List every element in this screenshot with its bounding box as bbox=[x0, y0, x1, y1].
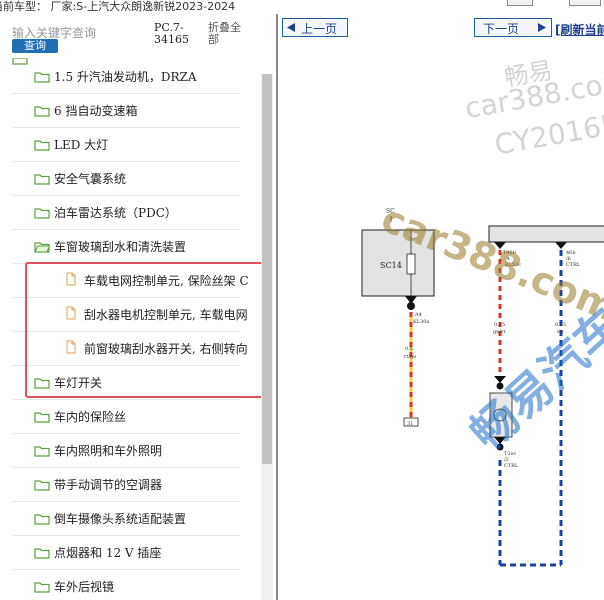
tree-folder-item[interactable]: 倒车摄像头系统适配装置 bbox=[12, 502, 240, 536]
wire-terminal-label: A4 bbox=[414, 312, 422, 318]
ground-terminal-label: 31 bbox=[407, 421, 413, 427]
scrollbar[interactable] bbox=[261, 74, 273, 600]
wire-size-label: 0.5 bbox=[405, 346, 413, 352]
wire-signal-label: KL30a bbox=[413, 319, 429, 325]
collapse-all-link[interactable]: 折叠全部 bbox=[208, 22, 248, 46]
arrow-left-icon bbox=[287, 23, 295, 32]
folder-icon bbox=[34, 442, 50, 457]
folder-icon bbox=[34, 136, 50, 151]
folder-icon bbox=[34, 170, 50, 185]
folder-icon bbox=[34, 68, 50, 83]
folder-icon bbox=[34, 408, 50, 423]
tree-item-label: 车内的保险丝 bbox=[54, 410, 127, 424]
tree-folder-item[interactable]: 车窗玻璃刮水和清洗装置 bbox=[12, 230, 240, 264]
tree-folder-item[interactable]: 带手动调节的空调器 bbox=[12, 468, 240, 502]
tree-folder-item[interactable]: 安全气囊系统 bbox=[12, 162, 240, 196]
fuse-box-label: SC14 bbox=[380, 261, 402, 270]
wire-color-label: gn/rt bbox=[493, 329, 506, 335]
prev-page-label: 上一页 bbox=[301, 22, 338, 36]
folder-icon bbox=[34, 476, 50, 491]
window-button[interactable] bbox=[507, 0, 533, 6]
folder-icon bbox=[34, 578, 50, 593]
current-model-title: 当前车型： 厂家:S-上汽大众朗逸新锐2023-2024 bbox=[0, 0, 236, 13]
connector-dot bbox=[407, 302, 415, 310]
tree-item-label: 点烟器和 12 V 插座 bbox=[54, 546, 162, 560]
tree-folder-item[interactable]: 1.5 升汽油发动机，DRZA bbox=[12, 60, 240, 94]
fuse-icon bbox=[406, 253, 416, 275]
control-unit-box bbox=[488, 225, 604, 243]
doc-code: PC.7-34165 bbox=[154, 21, 189, 46]
tree-item-label: 带手动调节的空调器 bbox=[54, 478, 163, 492]
tree-folder-item[interactable]: LED 大灯 bbox=[12, 128, 240, 162]
search-button[interactable]: 查询 bbox=[12, 39, 58, 53]
next-page-label: 下一页 bbox=[483, 22, 520, 36]
tree-item-label: 车内照明和车外照明 bbox=[54, 444, 163, 458]
window-button[interactable] bbox=[569, 0, 601, 6]
folder-open-icon bbox=[34, 238, 51, 253]
tree-item-label: LED 大灯 bbox=[54, 138, 109, 152]
scrollbar-thumb[interactable] bbox=[262, 74, 272, 464]
tree-folder-item[interactable]: 车内照明和车外照明 bbox=[12, 434, 240, 468]
search-input[interactable]: 输入关键字查询 bbox=[12, 24, 142, 40]
folder-icon bbox=[34, 102, 50, 117]
folder-icon bbox=[34, 204, 50, 219]
arrow-right-icon bbox=[538, 23, 546, 32]
page-nav-bar: 上一页 下一页 [刷新当前 bbox=[278, 14, 604, 40]
tree-folder-item[interactable]: 车内的保险丝 bbox=[12, 400, 240, 434]
tree-item-label: 安全气囊系统 bbox=[54, 172, 127, 186]
next-page-button[interactable]: 下一页 bbox=[474, 18, 552, 37]
tree-item-label: 泊车雷达系统（PDC） bbox=[54, 206, 177, 220]
tree-item-label: 倒车摄像头系统适配装置 bbox=[54, 512, 187, 526]
tree-folder-item[interactable]: 点烟器和 12 V 插座 bbox=[12, 536, 240, 570]
tree-item-label: 6 挡自动变速箱 bbox=[54, 104, 138, 118]
title-bar: 当前车型： 厂家:S-上汽大众朗逸新锐2023-2024 bbox=[0, 0, 604, 14]
wire-size-label: 0.35 bbox=[494, 322, 505, 328]
terminal-c-signal: CTRL bbox=[504, 463, 519, 469]
tree-folder-item[interactable]: 6 挡自动变速箱 bbox=[12, 94, 240, 128]
tree-item-label: 车窗玻璃刮水和清洗装置 bbox=[54, 240, 187, 254]
tree-folder-item[interactable]: 泊车雷达系统（PDC） bbox=[12, 196, 240, 230]
refresh-link[interactable]: [刷新当前 bbox=[555, 21, 604, 38]
selection-highlight bbox=[25, 262, 268, 398]
folder-icon bbox=[34, 510, 50, 525]
prev-page-button[interactable]: 上一页 bbox=[282, 18, 348, 37]
toc-panel: 输入关键字查询 查询 PC.7-34165 折叠全部 1.5 升汽油发动机，DR… bbox=[0, 14, 276, 600]
tree-item-label: 车外后视镜 bbox=[54, 580, 115, 594]
tree-item-label: 1.5 升汽油发动机，DRZA bbox=[54, 70, 197, 84]
tree-folder-item[interactable]: 车外后视镜 bbox=[12, 570, 240, 600]
diagram-panel: 上一页 下一页 [刷新当前 SC SC14 A4 KL30a 0.5 rt/ge… bbox=[278, 14, 604, 600]
wire-color-label: rt/ge bbox=[404, 354, 416, 360]
folder-icon bbox=[34, 544, 50, 559]
